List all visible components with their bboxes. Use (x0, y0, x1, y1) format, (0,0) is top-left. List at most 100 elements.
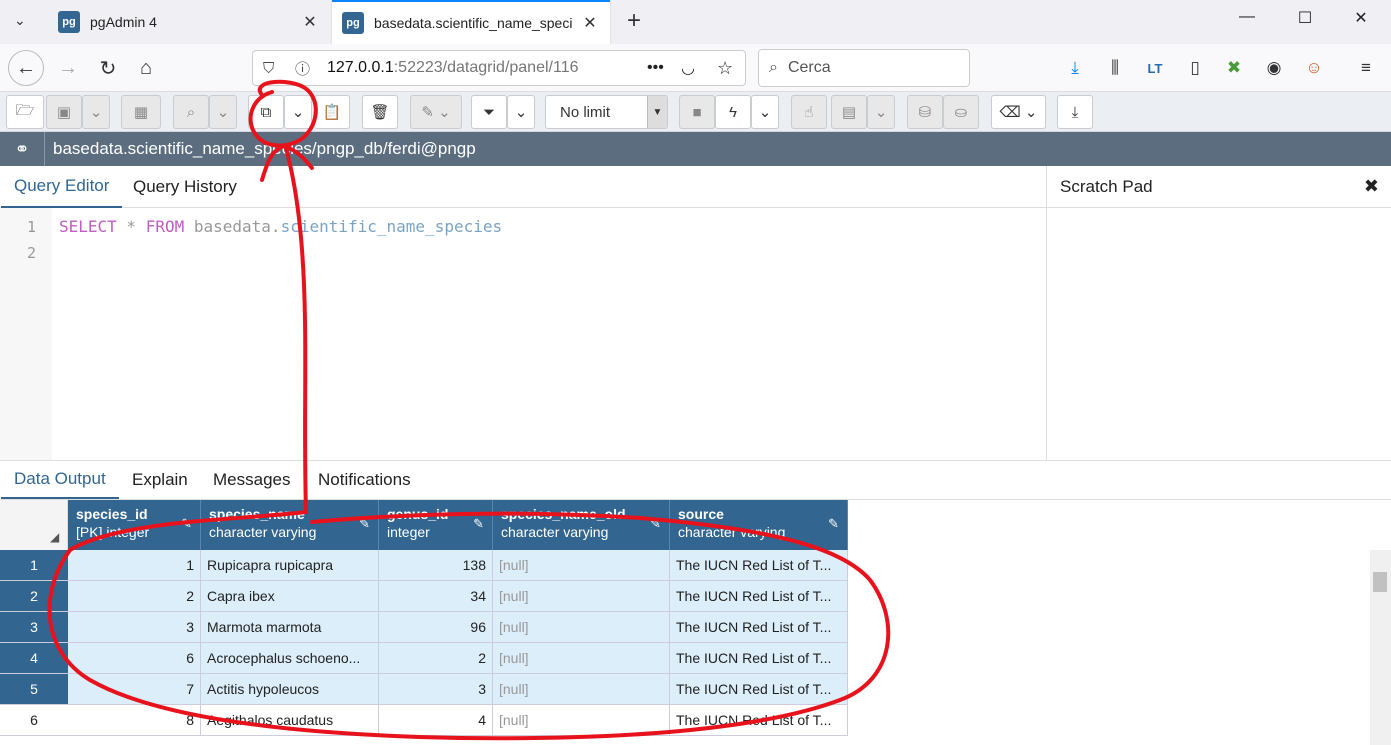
reader-view-icon[interactable]: ▯ (1183, 56, 1207, 80)
find-dropdown-icon[interactable]: ⌄ (209, 95, 237, 129)
extension-x-icon[interactable]: ✖ (1222, 56, 1246, 80)
tab-list-icon[interactable]: ⌄ (14, 12, 26, 29)
table-cell-species-name-old[interactable]: [null] (493, 705, 670, 736)
download-csv-icon[interactable]: ⤓ (1057, 95, 1093, 129)
vertical-scrollbar[interactable] (1370, 550, 1391, 745)
column-header-species-id[interactable]: species_id [PK] integer ✎ (68, 500, 201, 550)
save-icon[interactable]: ▣ (46, 95, 82, 129)
copy-icon[interactable]: ⧉ (248, 95, 284, 129)
close-icon[interactable]: ✕ (580, 13, 600, 33)
url-bar[interactable]: ⛉ ⓘ 127.0.0.1:52223/datagrid/panel/116 •… (252, 50, 746, 86)
table-cell-species-name-old[interactable]: [null] (493, 581, 670, 612)
row-number[interactable]: 2 (0, 581, 68, 612)
execute-dropdown-icon[interactable]: ⌄ (751, 95, 779, 129)
table-cell-source[interactable]: The IUCN Red List of T... (670, 612, 848, 643)
library-icon[interactable]: ⫼ (1103, 56, 1127, 80)
table-cell-source[interactable]: The IUCN Red List of T... (670, 705, 848, 736)
menu-icon[interactable]: ≡ (1354, 56, 1378, 80)
table-cell-source[interactable]: The IUCN Red List of T... (670, 674, 848, 705)
extension-face-icon[interactable]: ☺ (1302, 56, 1326, 80)
connection-status-icon[interactable]: ⚭ (0, 139, 44, 160)
stop-icon[interactable]: ■ (679, 95, 715, 129)
search-bar[interactable]: ⌕ Cerca (758, 49, 970, 87)
table-cell-source[interactable]: The IUCN Red List of T... (670, 581, 848, 612)
table-cell-species-name[interactable]: Marmota marmota (201, 612, 379, 643)
maximize-icon[interactable]: ☐ (1290, 8, 1320, 36)
close-icon[interactable]: ✖ (1364, 176, 1379, 197)
open-file-icon[interactable]: 🗁 (6, 95, 44, 129)
table-cell-species-id[interactable]: 7 (68, 674, 201, 705)
delete-icon[interactable]: 🗑 (362, 95, 398, 129)
copy-dropdown-icon[interactable]: ⌄ (284, 95, 312, 129)
edit-data-icon[interactable]: ▦ (121, 95, 161, 129)
row-number[interactable]: 6 (0, 705, 68, 736)
reload-icon[interactable]: ↻ (90, 50, 126, 86)
connection-label[interactable]: basedata.scientific_name_species/pngp_db… (44, 132, 476, 166)
pocket-icon[interactable]: ◡ (681, 58, 695, 78)
search-input[interactable]: Cerca (788, 59, 831, 77)
table-cell-species-name-old[interactable]: [null] (493, 674, 670, 705)
minimize-icon[interactable]: — (1232, 8, 1262, 36)
tab-query-editor[interactable]: Query Editor (1, 166, 123, 208)
explain-analyze-icon[interactable]: ▤ (831, 95, 867, 129)
scrollbar-thumb[interactable] (1373, 572, 1387, 592)
row-number[interactable]: 4 (0, 643, 68, 674)
table-cell-genus-id[interactable]: 34 (379, 581, 493, 612)
table-cell-species-name-old[interactable]: [null] (493, 612, 670, 643)
tab-data-output[interactable]: Data Output (1, 461, 119, 499)
execute-icon[interactable]: ϟ (715, 95, 751, 129)
table-cell-species-id[interactable]: 1 (68, 550, 201, 581)
languagetool-icon[interactable]: LT (1143, 56, 1167, 80)
url-text[interactable]: 127.0.0.1:52223/datagrid/panel/116 (327, 59, 578, 77)
table-cell-species-name[interactable]: Capra ibex (201, 581, 379, 612)
explain-dropdown-icon[interactable]: ⌄ (867, 95, 895, 129)
bookmark-star-icon[interactable]: ☆ (717, 58, 733, 79)
save-dropdown-icon[interactable]: ⌄ (82, 95, 110, 129)
tab-query-history[interactable]: Query History (120, 166, 250, 208)
commit-icon[interactable]: ⛁ (907, 95, 943, 129)
table-cell-source[interactable]: The IUCN Red List of T... (670, 643, 848, 674)
row-number[interactable]: 1 (0, 550, 68, 581)
browser-tab-pgadmin[interactable]: pg pgAdmin 4 ✕ (48, 0, 330, 44)
row-number[interactable]: 3 (0, 612, 68, 643)
edit-icon[interactable]: ✎ ⌄ (410, 95, 462, 129)
tracking-shield-icon[interactable]: ⛉ (263, 60, 274, 77)
scratch-pad-textarea[interactable] (1046, 208, 1391, 460)
paste-icon[interactable]: 📋 (314, 95, 350, 129)
table-cell-species-name-old[interactable]: [null] (493, 550, 670, 581)
download-icon[interactable]: ⤓ (1063, 56, 1087, 80)
close-icon[interactable]: ✕ (300, 12, 320, 32)
limit-select[interactable]: No limit ▼ (545, 95, 668, 129)
table-cell-species-id[interactable]: 8 (68, 705, 201, 736)
table-cell-source[interactable]: The IUCN Red List of T... (670, 550, 848, 581)
tab-messages[interactable]: Messages (200, 461, 303, 499)
column-header-source[interactable]: source character varying ✎ (670, 500, 848, 550)
clear-icon[interactable]: ⌫ ⌄ (991, 95, 1046, 129)
new-tab-icon[interactable]: + (620, 6, 648, 36)
back-icon[interactable]: ← (8, 50, 44, 86)
table-cell-species-name-old[interactable]: [null] (493, 643, 670, 674)
find-icon[interactable]: ⌕ (173, 95, 209, 129)
home-icon[interactable]: ⌂ (128, 50, 164, 86)
table-cell-species-name[interactable]: Actitis hypoleucos (201, 674, 379, 705)
column-header-species-name[interactable]: species_name character varying ✎ (201, 500, 379, 550)
select-all-corner[interactable]: ◢ (0, 500, 68, 550)
table-cell-species-name[interactable]: Rupicapra rupicapra (201, 550, 379, 581)
window-close-icon[interactable]: ✕ (1346, 8, 1376, 36)
tab-notifications[interactable]: Notifications (305, 461, 424, 499)
table-cell-genus-id[interactable]: 2 (379, 643, 493, 674)
sql-line[interactable]: SELECT * FROM basedata.scientific_name_s… (59, 217, 502, 236)
column-header-species-name-old[interactable]: species_name_old character varying ✎ (493, 500, 670, 550)
table-cell-genus-id[interactable]: 3 (379, 674, 493, 705)
table-cell-species-id[interactable]: 3 (68, 612, 201, 643)
table-cell-genus-id[interactable]: 4 (379, 705, 493, 736)
rollback-icon[interactable]: ⛀ (943, 95, 979, 129)
more-actions-icon[interactable]: ••• (647, 59, 664, 77)
browser-tab-datagrid[interactable]: pg basedata.scientific_name_speci ✕ (332, 0, 610, 44)
account-icon[interactable]: ◉ (1262, 56, 1286, 80)
explain-icon[interactable]: ☝ (791, 95, 827, 129)
tab-explain[interactable]: Explain (119, 461, 201, 499)
table-cell-genus-id[interactable]: 138 (379, 550, 493, 581)
table-cell-genus-id[interactable]: 96 (379, 612, 493, 643)
table-cell-species-id[interactable]: 2 (68, 581, 201, 612)
